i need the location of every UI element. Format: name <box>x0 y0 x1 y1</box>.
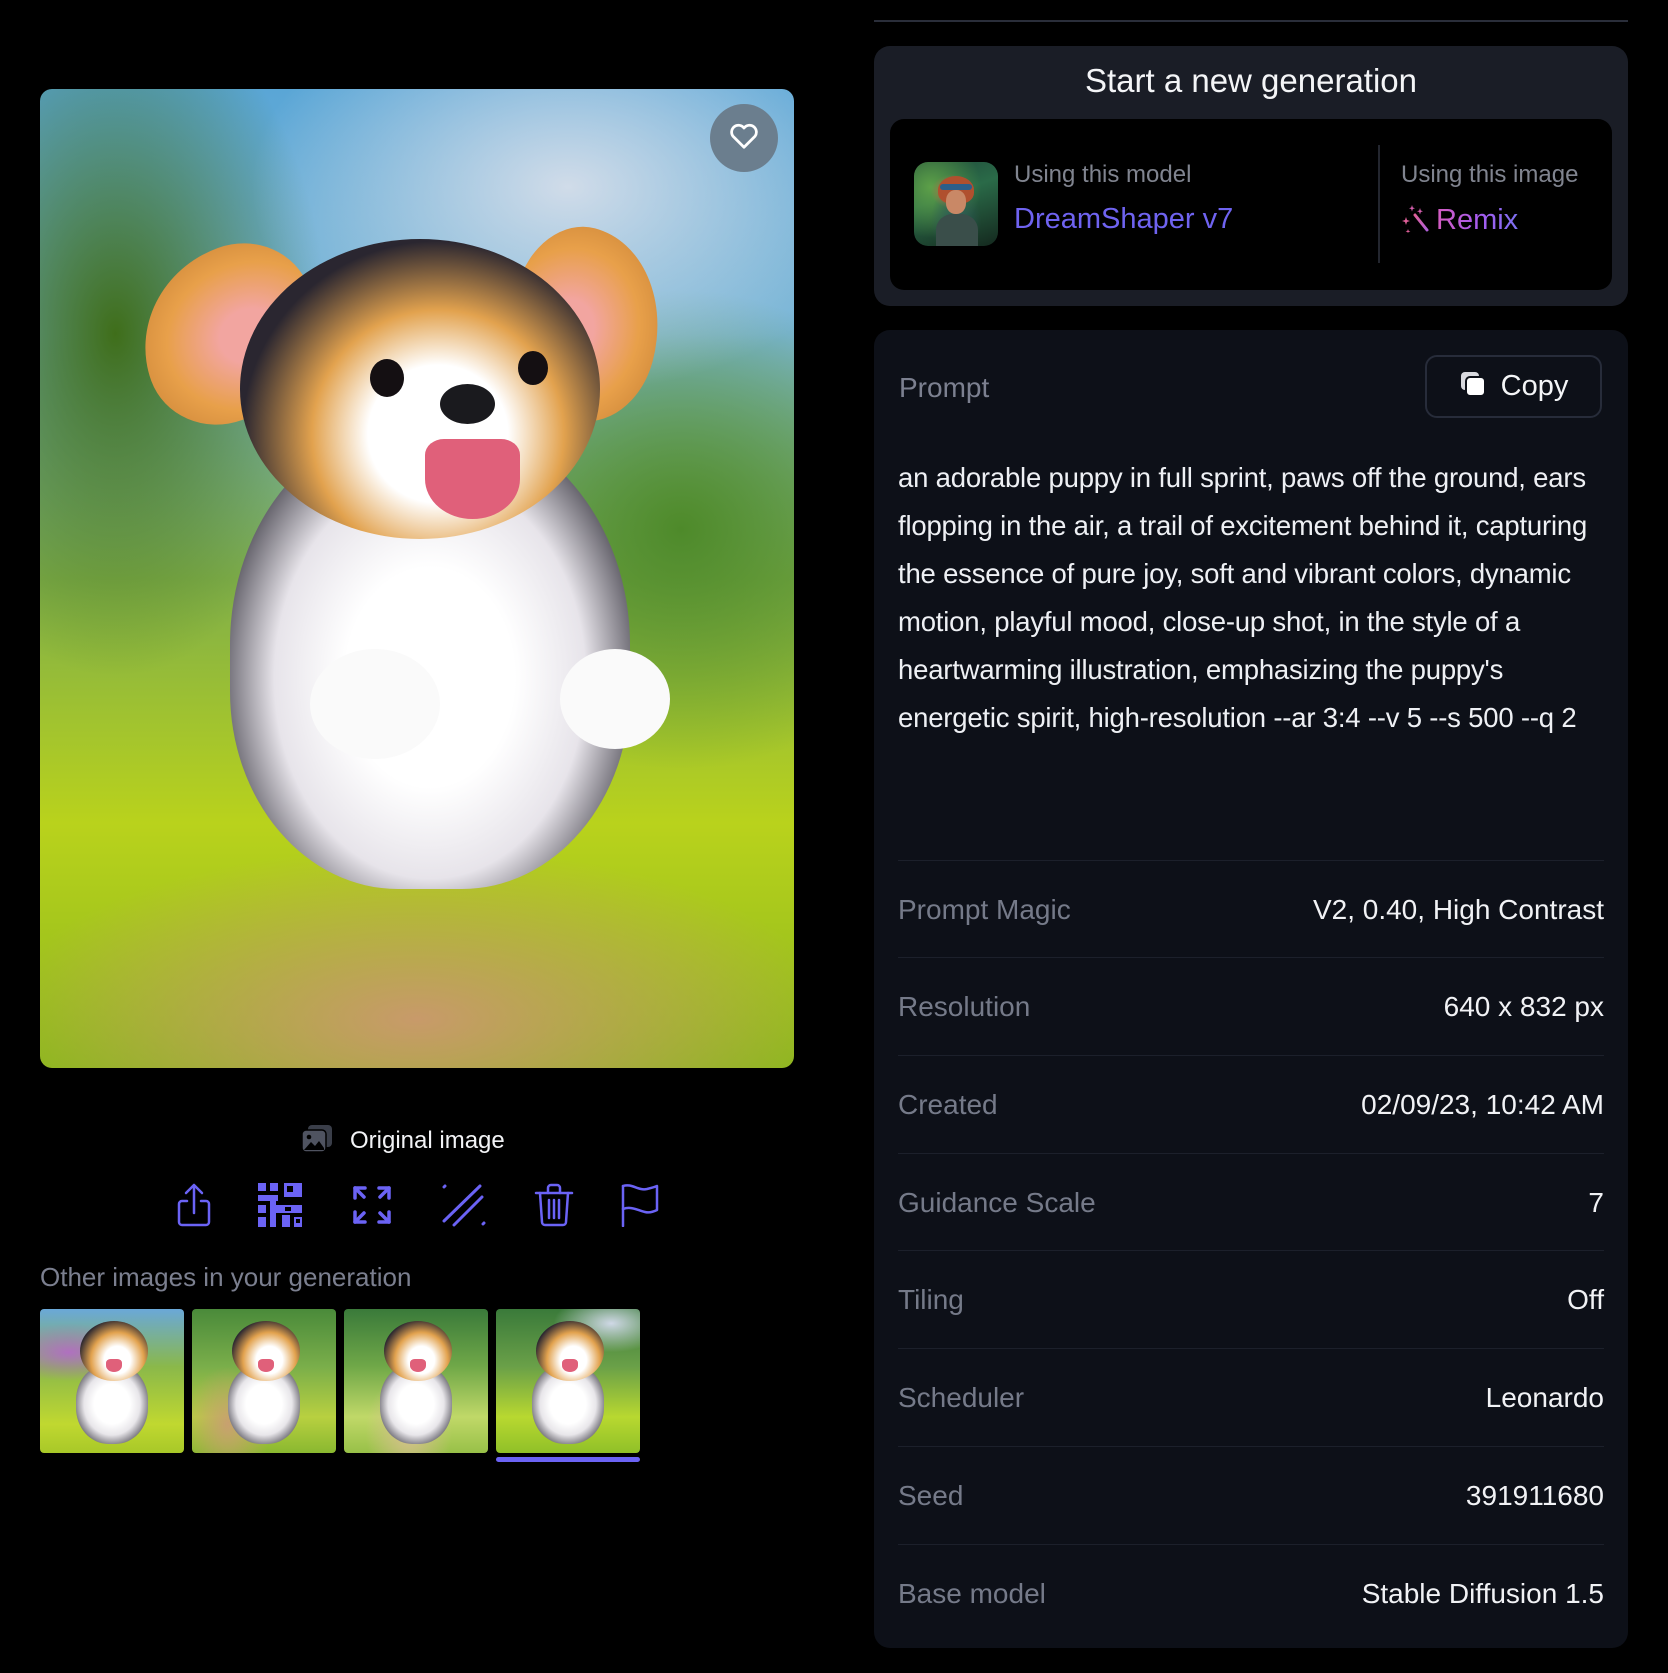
puppy-paw <box>310 649 440 759</box>
detail-value: Off <box>1567 1283 1604 1315</box>
report-button[interactable] <box>616 1182 664 1232</box>
share-upload-icon <box>176 1183 212 1232</box>
detail-value: 391911680 <box>1465 1479 1604 1511</box>
avatar-headband <box>940 184 972 190</box>
favorite-button[interactable] <box>710 104 778 172</box>
puppy-tongue <box>258 1359 274 1372</box>
puppy-paw <box>560 649 670 749</box>
detail-row-guidance-scale: Guidance Scale 7 <box>898 1153 1604 1251</box>
magic-wand-sparkles-icon <box>1400 203 1430 238</box>
diagonal-lines-icon <box>442 1183 486 1232</box>
prompt-label: Prompt <box>899 372 990 403</box>
puppy-head <box>240 239 600 539</box>
other-images-label: Other images in your generation <box>40 1262 412 1292</box>
heart-outline-icon <box>729 122 759 155</box>
flag-icon <box>620 1183 660 1232</box>
detail-row-scheduler: Scheduler Leonardo <box>898 1348 1604 1446</box>
detail-label: Created <box>898 1088 998 1120</box>
detail-value: V2, 0.40, High Contrast <box>1312 893 1604 925</box>
detail-label: Scheduler <box>898 1381 1025 1413</box>
detail-value: 02/09/23, 10:42 AM <box>1361 1088 1604 1120</box>
vertical-divider <box>1378 145 1380 263</box>
pattern-button[interactable] <box>256 1182 304 1232</box>
puppy-head <box>384 1321 452 1381</box>
image-action-bar <box>170 1182 670 1232</box>
new-generation-card: Start a new generation Using this model … <box>874 46 1628 306</box>
puppy-tongue <box>425 439 520 519</box>
detail-label: Resolution <box>898 990 1031 1022</box>
unzoom-button[interactable] <box>440 1182 488 1232</box>
puppy-eye <box>518 351 548 385</box>
share-button[interactable] <box>170 1182 218 1232</box>
detail-row-prompt-magic: Prompt Magic V2, 0.40, High Contrast <box>898 860 1604 958</box>
expand-button[interactable] <box>348 1182 396 1232</box>
prompt-text: an adorable puppy in full sprint, paws o… <box>898 462 1588 733</box>
copy-prompt-button[interactable]: Copy <box>1425 355 1602 418</box>
image-caption: Using this image <box>1401 161 1579 188</box>
puppy-head <box>80 1321 148 1381</box>
original-image-label: Original image <box>350 1127 505 1154</box>
top-divider <box>874 20 1628 22</box>
expand-arrows-icon <box>352 1185 392 1230</box>
detail-label: Guidance Scale <box>898 1186 1096 1218</box>
detail-label: Prompt Magic <box>898 893 1071 925</box>
original-image-toggle[interactable]: Original image <box>300 1124 505 1158</box>
detail-label: Tiling <box>898 1283 964 1315</box>
detail-row-tiling: Tiling Off <box>898 1250 1604 1348</box>
detail-row-seed: Seed 391911680 <box>898 1446 1604 1544</box>
images-stack-icon <box>300 1124 334 1159</box>
puppy-tongue <box>106 1359 122 1372</box>
delete-button[interactable] <box>530 1182 578 1232</box>
detail-value: 640 x 832 px <box>1443 990 1604 1022</box>
thumbnail-2[interactable] <box>192 1309 336 1453</box>
detail-value: Leonardo <box>1485 1381 1604 1413</box>
model-caption: Using this model <box>1014 161 1192 188</box>
detail-value: 7 <box>1588 1186 1604 1218</box>
generated-image[interactable] <box>40 89 794 1068</box>
puppy-tongue <box>410 1359 426 1372</box>
detail-row-base-model: Base model Stable Diffusion 1.5 <box>898 1544 1604 1642</box>
new-generation-title: Start a new generation <box>1084 62 1418 99</box>
puppy-tongue <box>562 1359 578 1372</box>
model-name-link[interactable]: DreamShaper v7 <box>1014 203 1233 236</box>
generation-details-card: Prompt Copy an adorable puppy in full sp… <box>874 330 1628 1648</box>
thumbnail-4-selected[interactable] <box>496 1309 640 1453</box>
puppy-nose <box>440 384 495 424</box>
puppy-head <box>536 1321 604 1381</box>
generation-options: Using this model DreamShaper v7 Using th… <box>890 119 1612 290</box>
detail-label: Seed <box>898 1479 964 1511</box>
remix-button[interactable]: Remix <box>1400 203 1518 238</box>
avatar-face <box>946 190 966 214</box>
thumbnail-1[interactable] <box>40 1309 184 1453</box>
avatar-torso <box>936 214 978 246</box>
puppy-head <box>232 1321 300 1381</box>
detail-label: Base model <box>898 1577 1046 1609</box>
selected-thumbnail-indicator <box>496 1457 640 1462</box>
copy-label: Copy <box>1500 370 1569 402</box>
copy-icon <box>1459 370 1487 403</box>
puppy-eye <box>370 359 404 397</box>
trash-icon <box>534 1183 574 1232</box>
thumbnail-3[interactable] <box>344 1309 488 1453</box>
detail-row-resolution: Resolution 640 x 832 px <box>898 957 1604 1055</box>
detail-row-created: Created 02/09/23, 10:42 AM <box>898 1055 1604 1153</box>
model-thumbnail[interactable] <box>914 162 998 246</box>
remix-label: Remix <box>1436 204 1519 236</box>
pattern-grid-icon <box>258 1182 302 1232</box>
detail-value: Stable Diffusion 1.5 <box>1361 1577 1604 1609</box>
